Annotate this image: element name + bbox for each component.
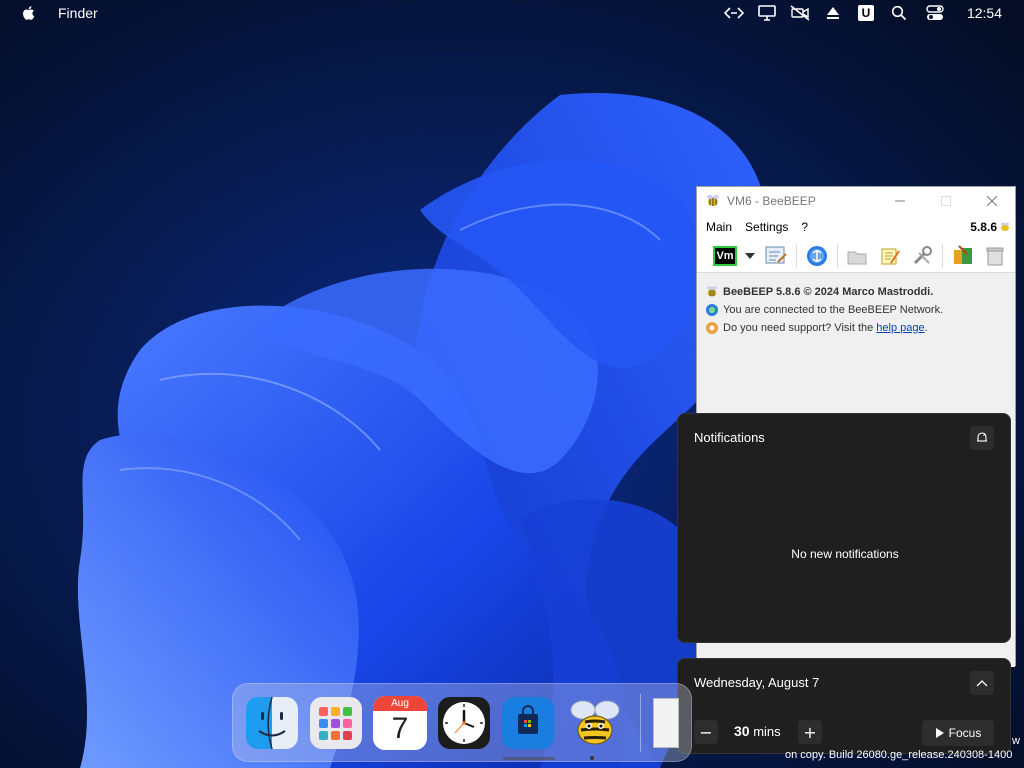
notifications-header: Notifications [694, 430, 765, 445]
dock-finder[interactable] [245, 696, 299, 750]
apple-logo-icon[interactable] [20, 4, 38, 22]
toolbar-separator [942, 243, 944, 268]
support-icon [706, 322, 718, 334]
dock-store-app[interactable] [501, 696, 555, 750]
toolbar-separator [836, 243, 838, 268]
search-icon[interactable] [889, 3, 909, 23]
dock-clock[interactable] [437, 696, 491, 750]
menu-settings[interactable]: Settings [745, 220, 788, 234]
menu-bar-clock[interactable]: 12:54 [967, 5, 1002, 21]
beebeep-menu-bar: Main Settings ? 5.8.6 [697, 215, 1015, 239]
bee-small-icon [1001, 222, 1009, 231]
eject-icon[interactable] [823, 3, 843, 23]
code-brackets-icon[interactable] [723, 3, 744, 23]
control-center-icon[interactable] [925, 3, 945, 23]
network-icon[interactable] [804, 243, 829, 269]
notepad-icon[interactable] [877, 243, 902, 269]
dock-minimized-window[interactable] [653, 696, 679, 750]
trash-icon[interactable] [983, 243, 1008, 269]
running-indicator [590, 756, 594, 760]
beebeep-toolbar: Vm [697, 239, 1015, 273]
dock-beebeep[interactable] [565, 696, 620, 750]
dock-calendar[interactable]: Aug 7 [373, 696, 427, 750]
launchpad-icon [310, 697, 362, 749]
do-not-disturb-button[interactable]: z [970, 426, 994, 450]
close-button[interactable] [969, 187, 1015, 215]
decrease-focus-time-button[interactable]: − [694, 720, 718, 744]
increase-focus-time-button[interactable]: + [798, 720, 822, 744]
store-bag-icon [502, 697, 554, 749]
toolbar-separator [796, 243, 798, 268]
plugins-icon[interactable] [950, 243, 975, 269]
display-icon[interactable] [757, 3, 777, 23]
bee-icon [707, 195, 719, 206]
edit-profile-icon[interactable] [764, 243, 789, 269]
bee-app-icon [570, 700, 620, 745]
no-video-icon[interactable] [790, 3, 810, 23]
window-title: VM6 - BeeBEEP [727, 194, 816, 208]
help-page-link[interactable]: help page [876, 322, 924, 334]
beebeep-title-bar[interactable]: VM6 - BeeBEEP [697, 187, 1015, 215]
calendar-icon: Aug 7 [373, 696, 427, 750]
clock-icon [438, 697, 490, 749]
focus-button[interactable]: Focus [922, 720, 994, 746]
vm-status-button[interactable]: Vm [713, 243, 737, 269]
support-line: Do you need support? Visit the help page… [705, 319, 1007, 337]
chevron-up-icon [976, 680, 988, 687]
tools-icon[interactable] [910, 243, 935, 269]
play-icon [935, 728, 944, 738]
calendar-expand-button[interactable] [970, 671, 994, 695]
finder-icon [246, 696, 298, 750]
dock: Aug 7 [232, 683, 692, 762]
menu-main[interactable]: Main [706, 220, 732, 234]
dock-separator [640, 694, 641, 752]
calendar-date[interactable]: Wednesday, August 7 [694, 675, 819, 690]
focus-duration: 30 mins [734, 723, 781, 739]
active-app-name[interactable]: Finder [58, 5, 98, 21]
network-status-icon [706, 304, 718, 316]
maximize-button[interactable] [923, 187, 969, 215]
dock-launchpad[interactable] [309, 696, 363, 750]
build-watermark-fragment: w [1012, 735, 1020, 747]
minimize-button[interactable] [877, 187, 923, 215]
no-notifications-text: No new notifications [791, 547, 899, 561]
version-label: 5.8.6 [970, 220, 1011, 234]
u-badge-icon[interactable]: U [856, 3, 876, 23]
build-watermark: on copy. Build 26080.ge_release.240308-1… [785, 749, 1013, 761]
window-thumbnail [653, 698, 679, 748]
bee-icon [707, 286, 717, 297]
connection-status-line: You are connected to the BeeBEEP Network… [705, 301, 1007, 319]
dock-scroll-indicator [503, 757, 555, 760]
notifications-panel: Notifications z No new notifications [677, 413, 1011, 643]
calendar-focus-panel: Wednesday, August 7 − 30 mins + Focus [677, 658, 1011, 754]
bell-snooze-icon: z [977, 432, 987, 442]
about-line: BeeBEEP 5.8.6 © 2024 Marco Mastroddi. [705, 283, 1007, 301]
menu-help[interactable]: ? [801, 220, 808, 234]
chevron-down-icon[interactable] [744, 243, 756, 269]
folder-icon[interactable] [845, 243, 870, 269]
menu-bar-status-area: U 12:54 [711, 0, 1024, 26]
